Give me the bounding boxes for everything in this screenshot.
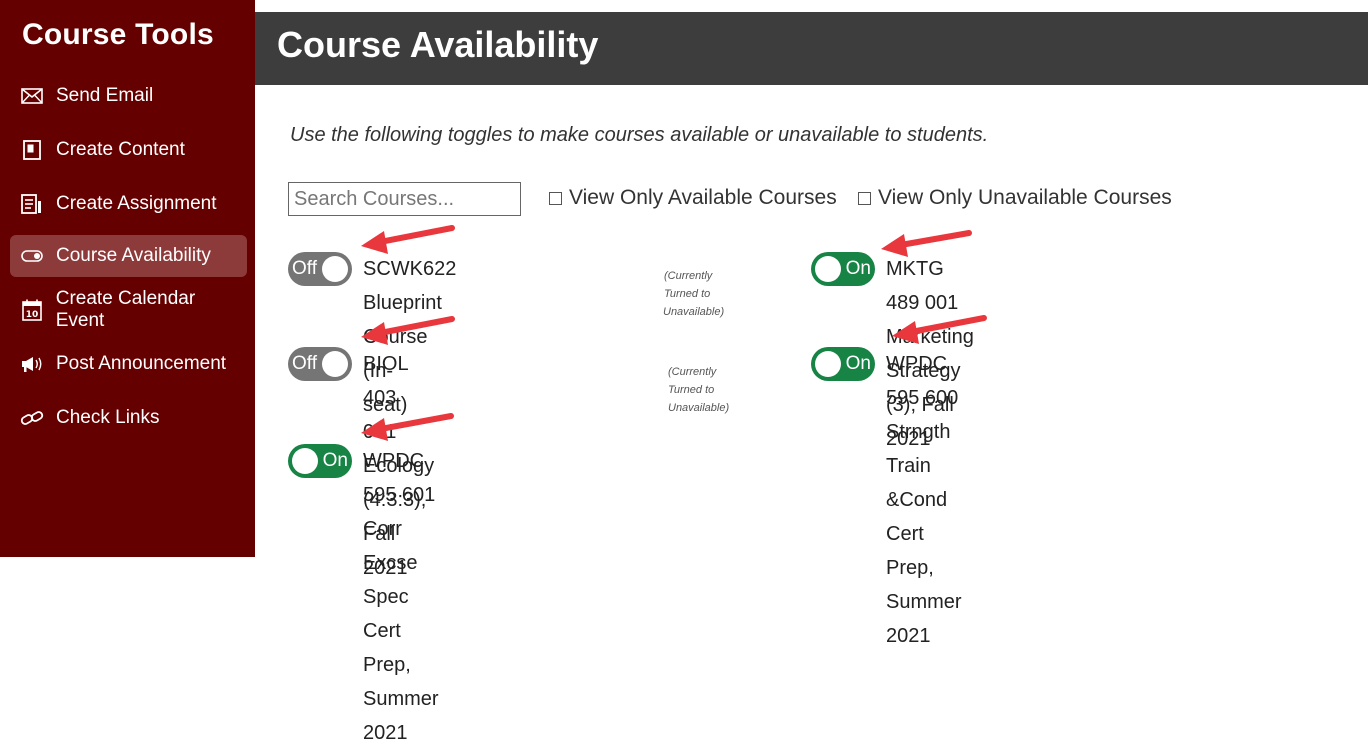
toggle-state-label: On — [845, 353, 871, 374]
calendar-icon: 10 — [20, 299, 44, 321]
availability-toggle[interactable]: On — [811, 252, 875, 286]
toggle-knob — [292, 448, 318, 474]
sidebar-item-label: Post Announcement — [56, 353, 227, 374]
filter-available-courses[interactable]: View Only Available Courses — [549, 186, 837, 210]
filter-available-label: View Only Available Courses — [569, 186, 837, 209]
sidebar-title: Course Tools — [22, 18, 214, 51]
page-title: Course Availability — [277, 24, 599, 65]
filter-available-checkbox[interactable] — [549, 191, 562, 205]
availability-toggle[interactable]: On — [288, 444, 352, 478]
course-status-line: (Currently Turned to — [664, 270, 713, 300]
sidebar-item-label: Check Links — [56, 407, 160, 428]
course-status: (Currently Turned to Unavailable) — [668, 363, 729, 417]
filter-unavailable-checkbox[interactable] — [858, 191, 871, 205]
availability-toggle[interactable]: Off — [288, 252, 352, 286]
course-status: (Currently Turned to Unavailable) — [663, 267, 724, 321]
sidebar-item-create-assignment[interactable]: Create Assignment — [10, 183, 247, 225]
sidebar-item-label: Course Availability — [56, 245, 211, 266]
annotation-arrow — [361, 225, 455, 254]
search-courses-input[interactable] — [288, 182, 521, 216]
sidebar-item-check-links[interactable]: Check Links — [10, 397, 247, 439]
filter-unavailable-courses[interactable]: View Only Unavailable Courses — [858, 186, 1172, 210]
link-icon — [20, 407, 44, 429]
document-icon — [20, 139, 44, 161]
sidebar-item-label: Create Content — [56, 139, 185, 160]
course-name-line: WPDC 595 601 Corr Excse Spec Cert Prep, — [363, 450, 436, 676]
sidebar-item-create-calendar-event[interactable]: 10 Create Calendar Event — [10, 288, 247, 331]
sidebar-item-label: Create Assignment — [56, 193, 217, 214]
assignment-icon — [20, 193, 44, 215]
sidebar-item-create-content[interactable]: Create Content — [10, 129, 247, 171]
toggle-knob — [322, 256, 348, 282]
instructions-text: Use the following toggles to make course… — [290, 124, 989, 146]
sidebar: Course Tools Send Email Create Content C… — [0, 0, 255, 557]
svg-text:10: 10 — [26, 310, 39, 320]
course-name: WPDC 595 601 Corr Excse Spec Cert Prep, … — [363, 444, 439, 750]
sidebar-item-label: Send Email — [56, 85, 154, 106]
toggle-knob — [322, 351, 348, 377]
course-name: WPDC 595 600 Strngth Train &Cond Cert Pr… — [886, 347, 962, 653]
toggle-state-label: Off — [292, 353, 317, 374]
megaphone-icon — [20, 353, 44, 375]
toggle-state-label: On — [322, 450, 348, 471]
course-status-line: (Currently Turned to — [668, 366, 717, 396]
sidebar-item-label: Create Calendar Event — [55, 288, 196, 331]
availability-toggle[interactable]: Off — [288, 347, 352, 381]
toggle-knob — [815, 351, 841, 377]
sidebar-item-course-availability[interactable]: Course Availability — [10, 235, 247, 277]
sidebar-item-send-email[interactable]: Send Email — [10, 75, 247, 117]
course-name-line: Summer 2021 — [886, 591, 962, 647]
availability-toggle[interactable]: On — [811, 347, 875, 381]
filter-unavailable-label: View Only Unavailable Courses — [878, 186, 1172, 209]
course-name-line: Summer 2021 — [363, 688, 439, 744]
toggle-knob — [815, 256, 841, 282]
toggle-icon — [20, 245, 44, 267]
envelope-icon — [20, 85, 44, 107]
course-status-line: Unavailable) — [668, 402, 730, 414]
sidebar-item-post-announcement[interactable]: Post Announcement — [10, 343, 247, 385]
toggle-state-label: Off — [292, 258, 317, 279]
toggle-state-label: On — [845, 258, 871, 279]
page-header: Course Availability — [255, 12, 1368, 85]
course-status-line: Unavailable) — [663, 306, 725, 318]
course-name-line: WPDC 595 600 Strngth Train &Cond Cert Pr… — [886, 353, 959, 579]
